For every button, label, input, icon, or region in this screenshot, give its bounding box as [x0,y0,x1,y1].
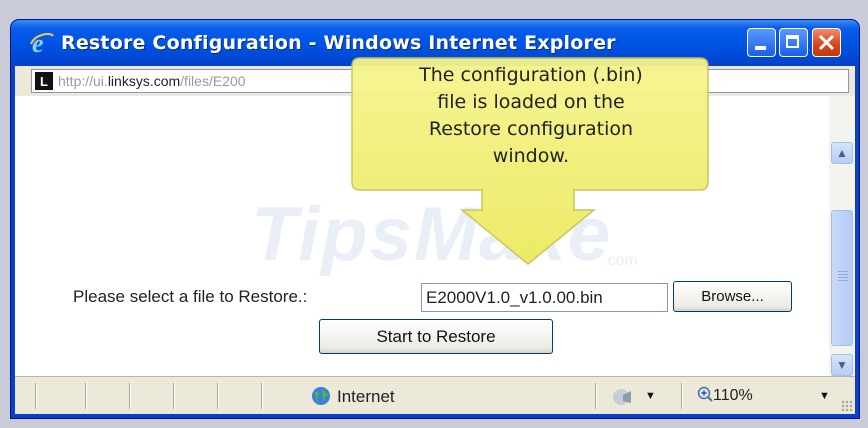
status-separator [85,383,87,409]
maximize-icon [786,35,799,48]
linksys-icon: L [35,72,53,90]
status-bar: Internet ▼ 110% ▼ [15,376,855,414]
start-restore-button[interactable]: Start to Restore [319,319,553,354]
callout-line: file is loaded on the [437,91,625,113]
scroll-thumb[interactable] [831,210,853,346]
resize-grip[interactable] [841,400,853,412]
scroll-up-button[interactable]: ▲ [831,142,853,164]
url-path: /files/E200 [180,73,246,89]
select-file-label: Please select a file to Restore.: [73,287,308,306]
scroll-up-icon: ▲ [836,146,848,160]
vertical-scrollbar[interactable]: ▲ ▼ [829,96,855,376]
url-prefix: http://ui. [58,73,108,89]
zoom-level[interactable]: 110% [713,387,753,405]
protected-mode-dropdown[interactable]: ▼ [645,390,656,402]
svg-text:e: e [32,30,44,56]
minimize-button[interactable] [747,28,776,57]
maximize-button[interactable] [779,28,808,57]
annotation-callout: The configuration (.bin) file is loaded … [348,50,728,290]
scroll-down-icon: ▼ [836,358,848,372]
callout-text: The configuration (.bin) file is loaded … [354,62,708,170]
status-separator [217,383,219,409]
zoom-icon[interactable] [697,386,713,402]
status-separator [173,383,175,409]
close-icon [818,34,835,51]
status-separator [129,383,131,409]
callout-line: window. [492,145,570,167]
security-zone-label: Internet [337,387,395,406]
minimize-icon [755,46,766,50]
callout-line: The configuration (.bin) [419,64,643,86]
scroll-grip [838,271,848,281]
scroll-down-button[interactable]: ▼ [831,354,853,376]
zoom-dropdown[interactable]: ▼ [819,390,830,402]
globe-icon [312,387,330,405]
url-domain: linksys.com [107,73,181,89]
url-text[interactable]: http://ui.linksys.com/files/E200 [58,73,246,89]
ie-icon: e [30,30,54,56]
close-button[interactable] [812,28,841,57]
status-separator [35,383,37,409]
status-separator [261,383,263,409]
protected-mode-icon[interactable] [611,387,633,407]
callout-line: Restore configuration [428,118,634,140]
status-separator [595,383,597,409]
status-separator [681,383,683,409]
